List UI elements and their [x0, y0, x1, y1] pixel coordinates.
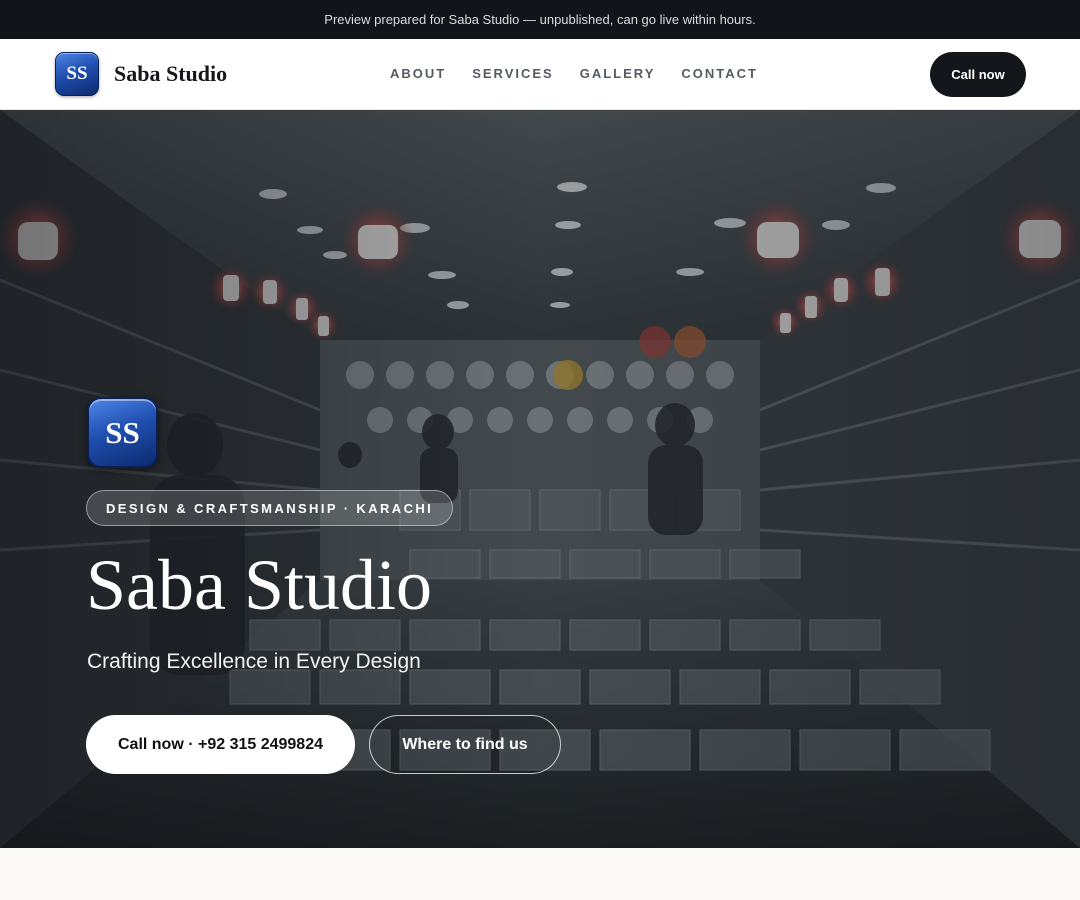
hero-section: SS DESIGN & CRAFTSMANSHIP · KARACHI Saba…: [0, 110, 1080, 848]
brand-name[interactable]: Saba Studio: [114, 61, 227, 87]
nav-about[interactable]: ABOUT: [390, 66, 446, 81]
hero-logo-initials: SS: [105, 414, 140, 450]
site-header: SS Saba Studio ABOUT SERVICES GALLERY CO…: [0, 39, 1080, 110]
nav-contact[interactable]: CONTACT: [681, 66, 758, 81]
where-to-find-us-button[interactable]: Where to find us: [369, 715, 561, 774]
header-call-button[interactable]: Call now: [930, 52, 1026, 97]
call-now-button[interactable]: Call now · +92 315 2499824: [86, 715, 355, 774]
hero-tagline-text: DESIGN & CRAFTSMANSHIP · KARACHI: [106, 500, 434, 516]
brand-logo-initials: SS: [66, 63, 88, 84]
nav-services[interactable]: SERVICES: [472, 66, 554, 81]
next-section: [0, 848, 1080, 900]
preview-banner: Preview prepared for Saba Studio — unpub…: [0, 0, 1080, 39]
brand-logo[interactable]: SS: [55, 52, 99, 96]
nav-gallery[interactable]: GALLERY: [580, 66, 656, 81]
hero-tagline-pill: DESIGN & CRAFTSMANSHIP · KARACHI: [86, 490, 454, 526]
preview-banner-text: Preview prepared for Saba Studio — unpub…: [324, 12, 756, 27]
main-nav: ABOUT SERVICES GALLERY CONTACT: [390, 66, 784, 81]
hero-subtitle: Crafting Excellence in Every Design: [87, 650, 421, 673]
hero-title: Saba Studio: [86, 545, 433, 625]
hero-logo-badge: SS: [87, 397, 158, 468]
